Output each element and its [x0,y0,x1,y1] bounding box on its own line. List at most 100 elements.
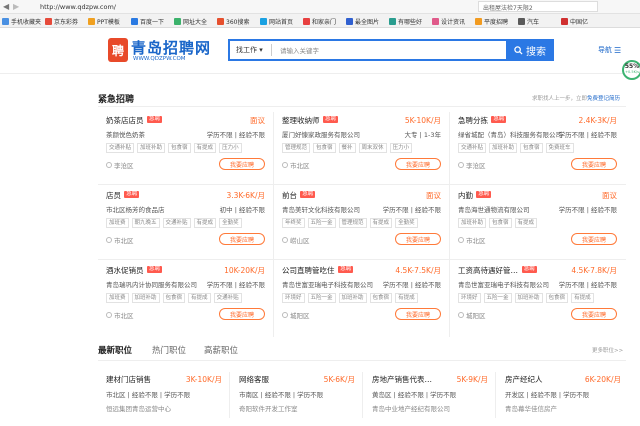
bookmark-item[interactable]: 网址大全 [174,17,207,26]
job-tag: 有提成 [514,218,538,228]
latest-job-salary: 5K-6K/月 [323,375,355,384]
job-card: 店员 急聘 3.3K-6K/月 市北区杨芳的食品店 初中 | 经验不限 加班费 朝九晚五 交通… [98,187,273,257]
job-title[interactable]: 整理收纳师 [282,115,320,126]
tab-hot[interactable]: 热门职位 [152,344,186,356]
company-name[interactable]: 茶颜悦色奶茶 [106,129,145,139]
job-tag: 加班费 [106,293,129,303]
job-tag: 加班补助 [458,218,487,228]
company-name[interactable]: 青岛瑞巩内计协同服务有限公司 [106,279,197,289]
apply-button[interactable]: 我要应聘 [219,308,265,320]
job-location: 市北区 [282,160,310,170]
apply-button[interactable]: 我要应聘 [219,158,265,170]
search-type-dropdown[interactable]: 找工作 ▾ [236,45,263,55]
latest-job-salary: 3K-10K/月 [185,375,222,384]
menu-icon: ☰ [614,45,622,55]
bookmark-item[interactable]: 有哪些好 [389,17,422,26]
register-link[interactable]: 免费登记简历 [587,96,620,102]
job-tags: 年终奖 五险一金 管理规范 有提成 全勤奖 [282,218,418,228]
job-card: 工资高待遇好管… 急聘 4.5K-7.8K/月 青岛世富亚瑞电子科技有限公司 学历不限 … [450,262,625,332]
location-pin-icon [282,312,288,318]
bookmark-label: 手机收藏夹 [11,19,42,26]
job-requirements: 学历不限 | 经验不限 [558,281,617,289]
urgent-badge: 急聘 [124,191,140,198]
bookmark-item[interactable]: 网站首页 [260,17,293,26]
latest-job-title[interactable]: 房地产销售代表… [372,374,432,385]
bookmark-item[interactable]: 汽车 [518,17,539,26]
search-button[interactable]: 搜索 [506,39,554,61]
apply-button[interactable]: 我要应聘 [395,158,441,170]
company-name[interactable]: 青岛海世通物流有限公司 [458,204,530,214]
job-title[interactable]: 工资高待遇好管… [458,265,518,276]
nav-menu[interactable]: 导航 ☰ [598,45,621,55]
latest-job-title[interactable]: 建材门店销售 [106,374,151,385]
latest-job-requirements: 市北区 | 经验不限 | 学历不限 [106,391,191,399]
job-title[interactable]: 内勤 [458,190,473,201]
speed-badge[interactable]: 55% +0.5K/s [622,60,640,80]
bookmark-item[interactable]: 360搜索 [217,17,249,26]
browser-search-field[interactable]: 出租屋法检7天限2 [478,1,598,12]
latest-company-name[interactable]: 恒远集团青岛运营中心 [106,403,171,413]
job-title[interactable]: 店员 [106,190,121,201]
bookmark-item[interactable]: 百度一下 [131,17,164,26]
location-label: 李沧区 [466,162,486,170]
apply-button[interactable]: 我要应聘 [219,233,265,245]
company-name[interactable]: 厦门好慷家政服务有限公司 [282,129,360,139]
latest-company-name[interactable]: 奇阳软件开发工作室 [239,403,298,413]
apply-button[interactable]: 我要应聘 [395,308,441,320]
company-name[interactable]: 市北区杨芳的食品店 [106,204,165,214]
job-requirements: 初中 | 经验不限 [219,206,265,214]
tab-latest[interactable]: 最新职位 [98,344,132,356]
bookmark-item[interactable]: 和家亲门 [303,17,336,26]
bookmark-favicon-icon [303,18,310,25]
browser-address-bar: ◀ ▶ http://www.qdzpw.com/ 出租屋法检7天限2 [0,0,640,14]
latest-job-card: 网络客服 5K-6K/月 市南区 | 经验不限 | 学历不限 奇阳软件开发工作室 [231,368,363,424]
apply-button[interactable]: 我要应聘 [395,233,441,245]
company-name[interactable]: 绿省城配（青岛）科技服务有限公司 [458,129,562,139]
search-input[interactable]: 请输入关键字 [280,45,319,55]
job-card: 酒水促销员 急聘 10K-20K/月 青岛瑞巩内计协同服务有限公司 学历不限 | 经验不… [98,262,273,332]
job-title[interactable]: 酒水促销员 [106,265,144,276]
bookmark-item[interactable]: PPT模板 [88,17,120,26]
bookmark-label: 百度一下 [140,19,165,26]
tab-high-salary[interactable]: 高薪职位 [204,344,238,356]
job-title[interactable]: 急聘分拣 [458,115,488,126]
latest-company-name[interactable]: 青岛幕华佳信房产 [505,403,557,413]
company-name[interactable]: 青岛世富亚瑞电子科技有限公司 [458,279,549,289]
job-tag: 免费班车 [545,143,574,153]
bookmark-item[interactable]: 设计资讯 [432,17,465,26]
job-title[interactable]: 公司直聘管吃住 [282,265,335,276]
location-label: 市北区 [290,162,310,170]
job-tag: 加班补助 [137,143,166,153]
bookmark-label: 京东彩券 [54,19,79,26]
apply-button[interactable]: 我要应聘 [571,308,617,320]
company-name[interactable]: 青岛美轩文化科技有限公司 [282,204,360,214]
bookmark-item[interactable]: 平度招聘 [475,17,508,26]
bookmark-item[interactable]: 最全图片 [346,17,379,26]
apply-button[interactable]: 我要应聘 [571,233,617,245]
job-title[interactable]: 前台 [282,190,297,201]
latest-company-name[interactable]: 青岛中业地产经纪有限公司 [372,403,450,413]
latest-job-title[interactable]: 网络客服 [239,374,269,385]
job-card: 前台 急聘 面议 青岛美轩文化科技有限公司 学历不限 | 经验不限 年终奖 五险一金 管理规范… [274,187,449,257]
bookmark-label: 和家亲门 [312,19,337,26]
column-divider [273,112,274,337]
back-icon[interactable]: ◀ [3,2,9,11]
url-text[interactable]: http://www.qdzpw.com/ [40,3,116,11]
job-location: 城阳区 [458,310,486,320]
job-tag: 环境好 [282,293,305,303]
urgent-job-grid: 奶茶店店员 急聘 面议 茶颜悦色奶茶 学历不限 | 经验不限 交通补贴 加班补助 包食宿 有提成… [98,112,626,338]
more-jobs-link[interactable]: 更多职位>> [592,346,623,354]
bookmark-item[interactable]: 中国亿 [561,17,588,26]
bookmark-item[interactable]: 京东彩券 [45,17,78,26]
location-label: 市北区 [114,312,134,320]
job-title[interactable]: 奶茶店店员 [106,115,144,126]
logo-text[interactable]: 青岛招聘网 [131,37,211,58]
company-name[interactable]: 青岛世富亚瑞电子科技有限公司 [282,279,373,289]
apply-button[interactable]: 我要应聘 [571,158,617,170]
latest-job-title[interactable]: 房产经纪人 [505,374,543,385]
job-location: 崂山区 [282,235,310,245]
bookmark-item[interactable]: 手机收藏夹 [2,17,41,26]
logo-icon[interactable]: 聘 [108,38,128,62]
forward-icon[interactable]: ▶ [13,2,19,11]
column-divider [229,372,230,418]
